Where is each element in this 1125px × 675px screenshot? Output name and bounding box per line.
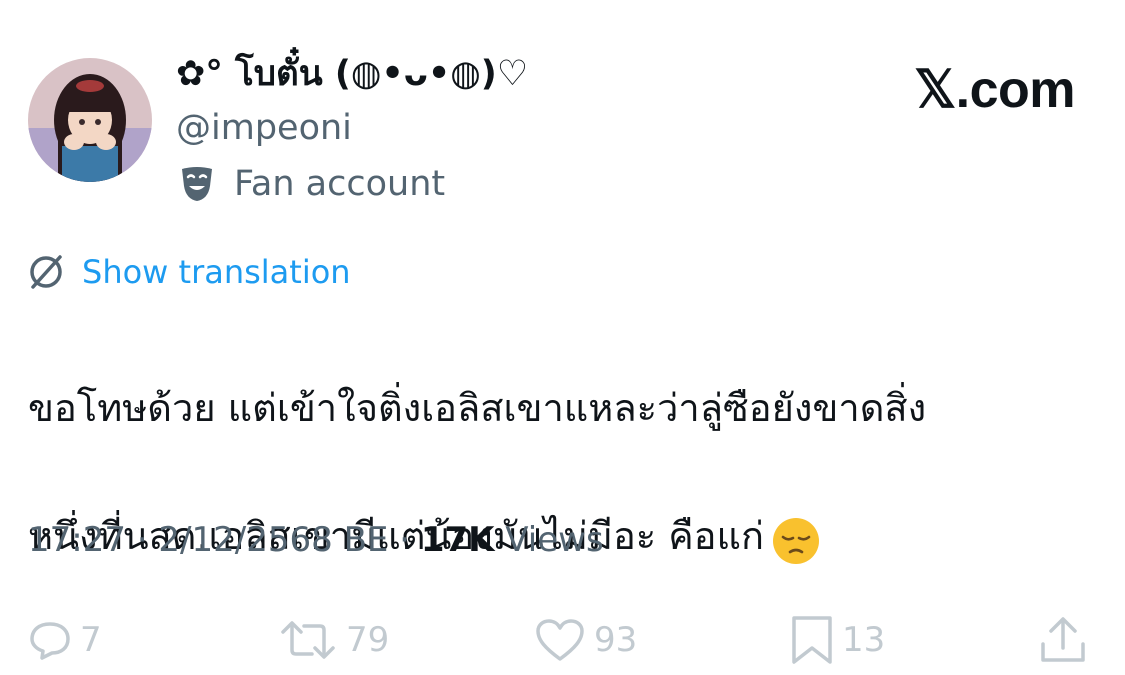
account-label: Fan account — [178, 162, 445, 206]
show-translation-link[interactable]: Show translation — [26, 250, 351, 294]
share-button[interactable] — [1038, 605, 1088, 675]
tweet-meta: 17:27 · 2/12/2568 BE · 17K Views — [28, 516, 604, 564]
repost-count: 79 — [346, 620, 390, 660]
reply-button[interactable]: 7 — [28, 605, 102, 675]
tweet-text-line: ขอโทษด้วย แต่เข้าใจติ่งเอลิสเขาแหละว่าลู… — [28, 386, 927, 430]
heart-icon — [534, 617, 586, 663]
meta-separator: · — [388, 520, 421, 560]
repost-icon — [278, 618, 338, 662]
show-translation-label[interactable]: Show translation — [82, 250, 351, 294]
user-handle[interactable]: @impeoni — [176, 106, 352, 150]
bookmark-icon — [790, 614, 834, 666]
repost-button[interactable]: 79 — [278, 605, 389, 675]
display-name[interactable]: ✿° โบตั๋น (◍•ᴗ•◍)♡ — [176, 52, 528, 96]
like-button[interactable]: 93 — [534, 605, 637, 675]
translate-globe-icon — [26, 252, 66, 292]
x-com-logo: 𝕏.com — [914, 61, 1075, 119]
tweet-time[interactable]: 17:27 — [28, 520, 126, 560]
tweet-date[interactable]: 2/12/2568 BE — [158, 520, 388, 560]
tweet-text: ขอโทษด้วย แต่เข้าใจติ่งเอลิสเขาแหละว่าลู… — [28, 312, 1098, 632]
masks-icon — [178, 165, 216, 203]
pensive-face-emoji — [770, 513, 822, 565]
meta-separator: · — [125, 520, 159, 560]
action-bar: 7 79 93 13 — [0, 605, 1125, 675]
reply-icon — [28, 618, 72, 662]
views-label: Views — [494, 520, 604, 560]
views-count: 17K — [420, 520, 495, 560]
like-count: 93 — [594, 620, 638, 660]
avatar[interactable] — [28, 58, 152, 182]
fan-account-label: Fan account — [234, 164, 446, 204]
reply-count: 7 — [80, 620, 102, 660]
bookmark-button[interactable]: 13 — [790, 605, 885, 675]
avatar-image — [28, 58, 152, 182]
share-icon — [1038, 614, 1088, 666]
tweet-card: ✿° โบตั๋น (◍•ᴗ•◍)♡ @impeoni Fan account … — [0, 0, 1125, 675]
bookmark-count: 13 — [842, 620, 886, 660]
